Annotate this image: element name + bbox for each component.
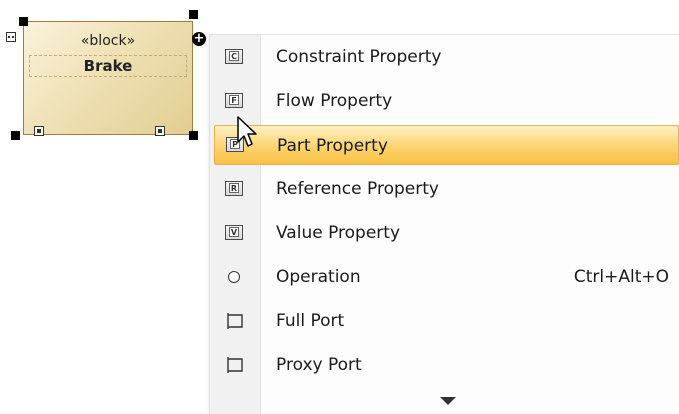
resize-icon[interactable]: [155, 126, 165, 136]
menu-item-constraint-property[interactable]: C Constraint Property: [210, 37, 679, 77]
menu-item-label: Flow Property: [276, 91, 393, 111]
operation-icon: [228, 271, 240, 283]
menu-item-reference-property[interactable]: R Reference Property: [210, 169, 679, 209]
menu-item-label: Reference Property: [276, 179, 439, 199]
selection-handle-bottom-right[interactable]: [189, 131, 198, 140]
mouse-cursor-icon: [237, 116, 257, 147]
block-stereotype: «block»: [80, 33, 136, 49]
compartment-toggle-icon[interactable]: [34, 126, 44, 136]
constraint-property-icon: C: [225, 49, 243, 64]
menu-item-full-port[interactable]: Full Port: [210, 301, 679, 341]
selection-handle-top-left[interactable]: [19, 17, 28, 26]
full-port-icon: [227, 313, 243, 329]
block-name[interactable]: Brake: [29, 55, 187, 77]
menu-item-label: Full Port: [276, 311, 345, 331]
value-property-icon: V: [225, 225, 243, 240]
selection-handle-bottom-left[interactable]: [11, 131, 20, 140]
proxy-port-icon: [227, 357, 243, 373]
menu-item-proxy-port[interactable]: Proxy Port: [210, 345, 679, 385]
menu-item-value-property[interactable]: V Value Property: [210, 213, 679, 253]
menu-item-label: Operation: [276, 267, 361, 287]
context-menu: C Constraint Property F Flow Property P …: [209, 34, 679, 414]
menu-item-label: Constraint Property: [276, 47, 442, 67]
smart-manipulator-icon[interactable]: [6, 32, 16, 42]
menu-item-label: Proxy Port: [276, 355, 362, 375]
brake-block[interactable]: «block» Brake: [23, 21, 193, 136]
menu-item-label: Part Property: [277, 136, 388, 156]
flow-property-icon: F: [225, 93, 243, 108]
selection-handle-top-right[interactable]: [189, 10, 198, 19]
menu-item-shortcut: Ctrl+Alt+O: [573, 267, 669, 287]
menu-item-label: Value Property: [276, 223, 401, 243]
add-element-plus-icon[interactable]: +: [192, 32, 206, 46]
menu-item-flow-property[interactable]: F Flow Property: [210, 81, 679, 121]
menu-item-operation[interactable]: Operation Ctrl+Alt+O: [210, 257, 679, 297]
chevron-down-icon[interactable]: [440, 397, 456, 405]
reference-property-icon: R: [225, 181, 243, 196]
menu-item-part-property[interactable]: P Part Property: [214, 125, 679, 165]
